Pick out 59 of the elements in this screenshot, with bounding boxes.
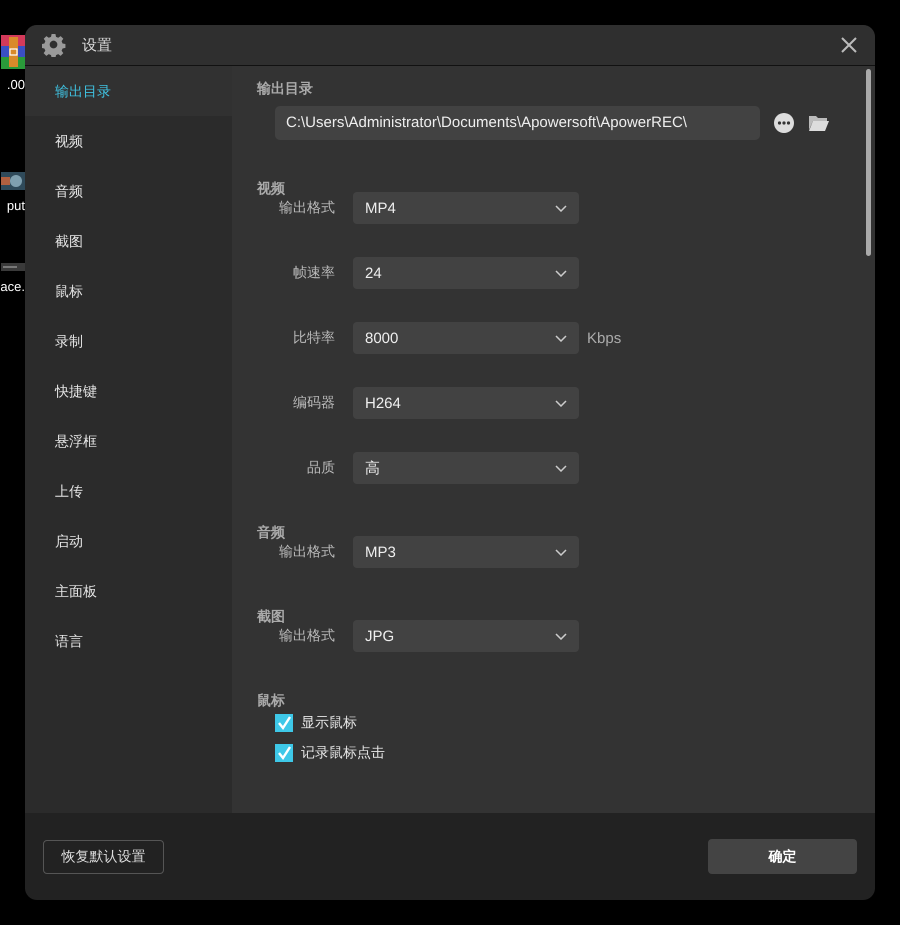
ok-button[interactable]: 确定 [708,839,857,874]
chevron-down-icon [555,334,567,342]
window-title: 设置 [82,36,112,54]
checkbox-label: 记录鼠标点击 [301,744,385,762]
section-heading: 音频 [257,524,286,542]
checkbox[interactable] [275,714,293,732]
field-label: 帧速率 [292,264,335,282]
sidebar-item[interactable]: 快捷键 [25,366,232,416]
checkbox-label: 显示鼠标 [301,714,357,732]
section-heading: 视频 [257,180,286,198]
image-thumbnail-icon[interactable] [1,172,25,190]
sidebar-item[interactable]: 悬浮框 [25,416,232,466]
chevron-down-icon [555,270,567,276]
sidebar-item[interactable]: 输出目录 [25,66,232,116]
chevron-down-icon [555,400,567,406]
field-label: 比特率 [292,329,335,347]
dropdown[interactable]: MP3 [353,536,579,568]
chevron-down-icon [555,204,567,212]
folder-icon[interactable] [808,114,830,132]
dropdown[interactable]: 8000 [353,322,579,354]
checkbox[interactable] [275,744,293,762]
field-label: 品质 [306,459,335,477]
field-label: 编码器 [292,394,335,412]
field-label: 输出格式 [278,199,335,217]
sidebar-item[interactable]: 启动 [25,516,232,566]
desktop-icon-label[interactable]: ace. [0,279,25,294]
path-field[interactable]: C:\Users\Administrator\Documents\Apowersoft\ApowerREC\ [275,106,760,140]
sidebar-item[interactable]: 视频 [25,116,232,166]
sidebar-item[interactable]: 主面板 [25,566,232,616]
desktop-icon-label[interactable]: .00 [6,77,25,92]
window-thumbnail-icon[interactable] [1,263,25,271]
chevron-down-icon [555,464,567,472]
sidebar-item[interactable]: 鼠标 [25,266,232,316]
close-button[interactable] [839,35,859,55]
section-heading: 鼠标 [257,692,286,710]
dropdown[interactable]: MP4 [353,192,579,224]
field-label: 输出格式 [278,627,335,645]
section-heading: 截图 [257,608,286,626]
reset-defaults-button[interactable]: 恢复默认设置 [43,840,164,874]
sidebar-item[interactable]: 截图 [25,216,232,266]
close-icon [841,37,857,53]
chevron-down-icon [555,632,567,640]
chevron-down-icon [555,548,567,556]
archive-icon[interactable] [1,35,25,69]
field-label: 输出格式 [278,543,335,561]
section-heading: 输出目录 [257,80,314,98]
more-icon[interactable] [774,113,794,133]
scrollbar-thumb[interactable] [866,69,871,256]
dropdown[interactable]: 24 [353,257,579,289]
sidebar-item[interactable]: 上传 [25,466,232,516]
sidebar-item[interactable]: 语言 [25,616,232,666]
settings-icon [42,33,66,57]
dropdown[interactable]: H264 [353,387,579,419]
unit-label: Kbps [587,330,622,346]
sidebar-item[interactable]: 录制 [25,316,232,366]
desktop-icon-label[interactable]: put [6,198,25,213]
sidebar-item[interactable]: 音频 [25,166,232,216]
dropdown[interactable]: 高 [353,452,579,484]
dropdown[interactable]: JPG [353,620,579,652]
